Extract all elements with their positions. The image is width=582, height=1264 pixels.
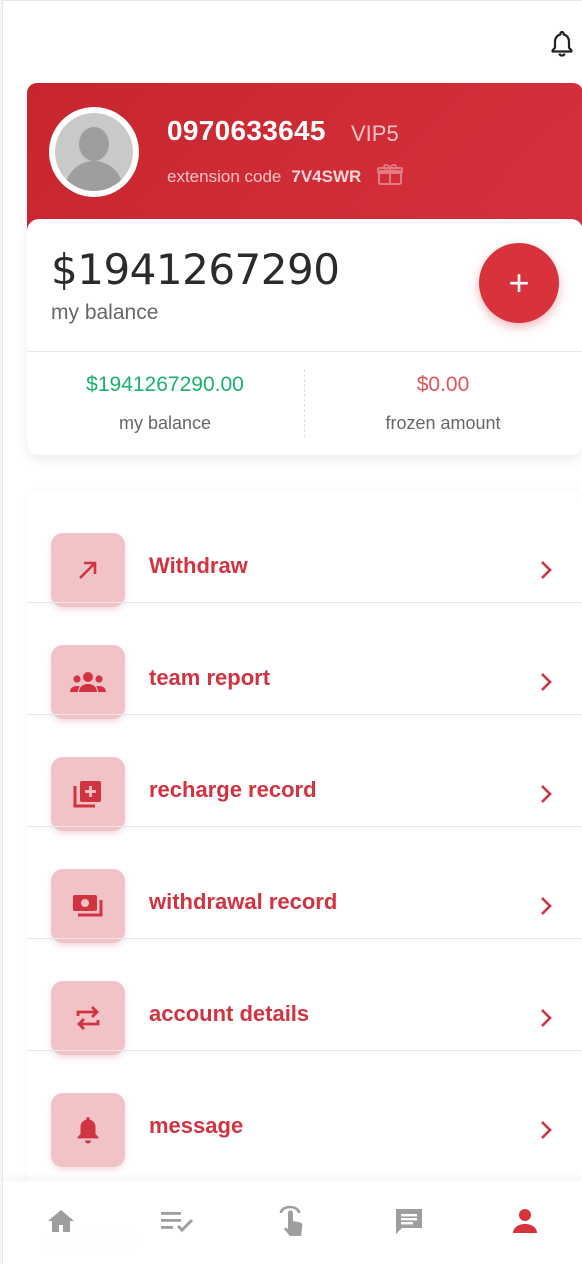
profile-page: 0970633645 VIP5 extension code 7V4SWR $1…: [2, 0, 582, 1264]
home-icon: [48, 1210, 74, 1232]
menu-item-label: withdrawal record: [149, 889, 338, 914]
extension-code-row: extension code 7V4SWR: [167, 163, 404, 190]
balance-card: $1941267290 my balance + $1941267290.00 …: [27, 219, 582, 455]
stat-frozen-label: frozen amount: [385, 413, 501, 433]
chevron-right-icon: [541, 785, 552, 803]
tap-icon: [279, 1205, 303, 1236]
balance-amount: $1941267290: [51, 245, 340, 294]
top-bar: [3, 1, 582, 83]
menu-item-withdraw[interactable]: Withdraw: [27, 491, 582, 607]
nav-grab[interactable]: [263, 1191, 323, 1251]
default-avatar-icon: [55, 113, 133, 191]
swap-icon: [51, 981, 125, 1055]
chevron-right-icon: [541, 561, 552, 579]
notification-button[interactable]: [548, 29, 576, 59]
nav-home[interactable]: [31, 1191, 91, 1251]
chevron-right-icon: [541, 673, 552, 691]
chevron-right-icon: [541, 1009, 552, 1027]
chevron-right-icon: [541, 1121, 552, 1139]
stat-balance-label: my balance: [118, 413, 212, 433]
arrow-up-right-icon: [51, 533, 125, 607]
person-icon: [513, 1209, 537, 1233]
extension-code-label: extension code: [167, 166, 282, 186]
vip-level: VIP5: [351, 121, 399, 146]
bottom-navigation: [3, 1181, 582, 1264]
nav-tasks[interactable]: [147, 1191, 207, 1251]
stat-frozen-value: $0.00: [416, 373, 470, 396]
menu-item-team-report[interactable]: team report: [27, 603, 582, 719]
extension-code-value[interactable]: 7V4SWR: [291, 167, 361, 187]
cash-icon: [51, 869, 125, 943]
avatar[interactable]: [49, 107, 139, 197]
team-icon: [51, 645, 125, 719]
menu-item-label: team report: [149, 665, 271, 690]
divider: [27, 351, 582, 352]
user-phone: 0970633645: [167, 115, 326, 146]
menu-item-label: message: [149, 1113, 244, 1138]
add-library-icon: [51, 757, 125, 831]
menu-item-label: recharge record: [149, 777, 317, 802]
checklist-icon: [161, 1212, 194, 1233]
bell-icon: [551, 30, 573, 57]
stat-balance: $1941267290.00 my balance: [27, 367, 303, 434]
stat-frozen: $0.00 frozen amount: [305, 367, 581, 434]
chevron-right-icon: [541, 897, 552, 915]
menu-item-label: Withdraw: [149, 553, 248, 578]
chat-icon: [396, 1209, 422, 1234]
menu-item-recharge-record[interactable]: recharge record: [27, 715, 582, 831]
bell-icon: [51, 1093, 125, 1167]
balance-label: my balance: [51, 301, 159, 324]
menu-item-withdrawal-record[interactable]: withdrawal record: [27, 827, 582, 943]
nav-messages[interactable]: [379, 1191, 439, 1251]
gift-icon[interactable]: [377, 163, 404, 190]
nav-profile[interactable]: [495, 1191, 555, 1251]
menu-item-label: account details: [149, 1001, 310, 1026]
menu-item-message[interactable]: message: [27, 1051, 582, 1167]
menu-list: Withdraw team report recharge record wit…: [27, 491, 582, 1251]
menu-item-account-details[interactable]: account details: [27, 939, 582, 1055]
stat-balance-value: $1941267290.00: [86, 373, 244, 396]
add-funds-button[interactable]: +: [479, 243, 559, 323]
